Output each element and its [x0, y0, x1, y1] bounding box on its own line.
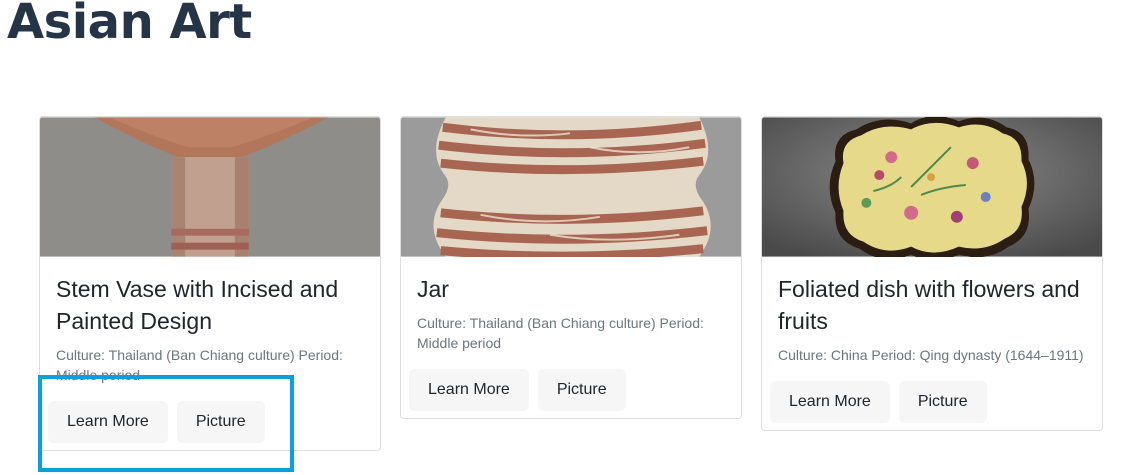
card-description: Culture: Thailand (Ban Chiang culture) P… [417, 315, 704, 351]
picture-button[interactable]: Picture [537, 369, 626, 411]
learn-more-button[interactable]: Learn More [48, 401, 168, 443]
card-title: Jar [417, 276, 449, 302]
card-description: Culture: China Period: Qing dynasty (164… [778, 347, 1084, 363]
learn-more-button[interactable]: Learn More [409, 369, 529, 411]
page-title: Asian Art [7, 0, 252, 50]
card-title: Stem Vase with Incised and Painted Desig… [56, 276, 339, 334]
art-card-foliated-dish: Foliated dish with flowers and fruits Cu… [761, 116, 1103, 431]
picture-button[interactable]: Picture [898, 381, 987, 423]
learn-more-button[interactable]: Learn More [770, 381, 890, 423]
card-title: Foliated dish with flowers and fruits [778, 276, 1080, 334]
card-image-jar [401, 117, 741, 257]
art-card-stem-vase: Stem Vase with Incised and Painted Desig… [39, 116, 381, 451]
card-image-stem-vase [40, 117, 380, 257]
card-description: Culture: Thailand (Ban Chiang culture) P… [56, 347, 343, 383]
card-image-foliated-dish [762, 117, 1102, 257]
art-card-jar: Jar Culture: Thailand (Ban Chiang cultur… [400, 116, 742, 419]
picture-button[interactable]: Picture [176, 401, 265, 443]
